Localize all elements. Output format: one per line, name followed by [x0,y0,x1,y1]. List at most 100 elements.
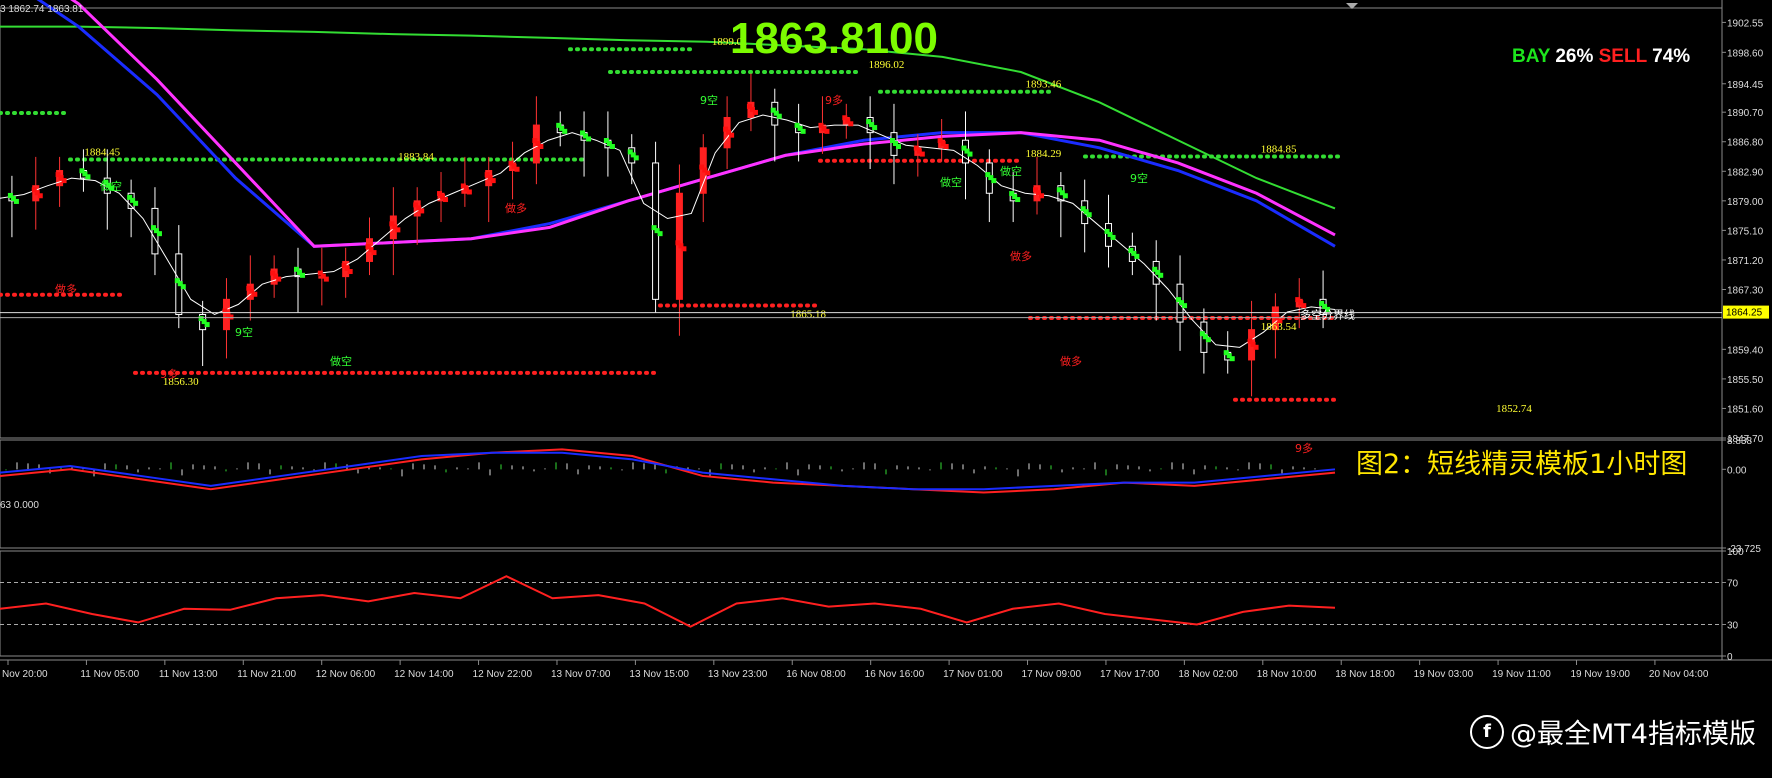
sub1-tick-label: 8.838 [1727,436,1752,447]
trend-block [943,144,949,150]
price-tick-label: 1851.60 [1727,404,1764,415]
x-tick-label: 16 Nov 16:00 [865,669,925,680]
trend-block [371,250,377,256]
trend-block [1062,193,1068,199]
price-tick-label: 1898.60 [1727,48,1764,59]
sell-pct: 74% [1652,46,1691,67]
price-label: 1884.29 [1026,148,1062,160]
bay-pct: 26% [1555,46,1594,67]
trend-block [323,276,329,282]
signal-label: 9多 [825,93,843,107]
trend-block [1205,337,1211,343]
ma-line-1 [36,0,1336,248]
x-tick-label: 11 Nov 05:00 [80,669,139,680]
x-tick-label: 17 Nov 09:00 [1022,669,1082,680]
chart-svg[interactable]: Nov 20:00 11 Nov 05:00 11 Nov 13:00 11 Nov … [0,0,1772,778]
current-price-tag-text: 1864.25 [1726,308,1763,319]
sub2-line-0 [0,575,1336,628]
x-tick-label: 12 Nov 06:00 [316,669,376,680]
sub2-tick-label: 70 [1727,579,1739,590]
x-tick-label: Nov 20:00 [2,669,48,680]
figure-caption: 图2：短线精灵模板1小时图 [1356,449,1688,480]
signal-label: 9空 [235,325,253,339]
sub2-tick-label: 30 [1727,621,1739,632]
macd-info-text: 63 0.000 [0,500,39,511]
trend-block [800,128,806,134]
trend-block [895,144,901,150]
price-tick-label: 1902.55 [1727,18,1764,29]
signal-label: 做空 [100,179,122,193]
price-label: 1852.74 [1496,403,1532,415]
price-tick-label: 1890.70 [1727,108,1764,119]
x-tick-label: 20 Nov 04:00 [1649,669,1709,680]
signal-label: 做空 [940,175,962,189]
sub1-tick-label: 0.00 [1727,465,1747,476]
x-tick-label: 12 Nov 22:00 [473,669,533,680]
trend-block [252,291,258,297]
big-price-label: 1863.8100 [730,14,938,63]
trend-block [1253,344,1259,350]
divider-label: 多空分界线 [1300,308,1355,322]
price-label: 1863.54 [1261,321,1297,333]
sub2-tick-label: 0 [1727,652,1733,663]
bay-label: BAY [1512,46,1551,67]
trend-block [1110,234,1116,240]
x-tick-label: 18 Nov 02:00 [1178,669,1238,680]
price-tick-label: 1867.30 [1727,285,1764,296]
price-tick-label: 1886.80 [1727,138,1764,149]
signal-label: 做空 [1000,164,1022,178]
trend-block [419,208,425,214]
sub2-tick-label: 100 [1727,547,1744,558]
signal-label: 做多 [1060,354,1082,368]
trend-block [705,170,711,176]
signal-label: 做空 [330,354,352,368]
trend-block [347,269,353,275]
trend-block [1301,303,1307,309]
trend-block [228,314,234,320]
price-label: 1865.18 [790,309,826,321]
x-tick-label: 19 Nov 11:00 [1492,669,1551,680]
price-tick-label: 1855.50 [1727,375,1764,386]
trend-block [609,144,615,150]
signal-label: 做多 [505,201,527,215]
trend-block [776,113,782,119]
price-label: 1883.84 [398,151,434,163]
signal-label: 9多 [160,367,178,381]
trend-block [514,166,520,172]
x-tick-label: 19 Nov 03:00 [1414,669,1474,680]
trend-block [443,197,449,203]
signal-label: 9多 [1295,441,1313,455]
trend-block [1229,356,1235,362]
trend-block [1134,253,1140,259]
trend-block [13,198,19,204]
trend-block [156,231,162,237]
trend-block [180,284,186,290]
signal-label: 做多 [55,282,77,296]
x-tick-label: 17 Nov 01:00 [943,669,1003,680]
trend-block [824,128,830,134]
panel-frame-0 [0,7,1723,439]
trend-block [729,132,735,138]
signal-label: 做多 [1010,249,1032,263]
trend-block [1039,193,1045,199]
x-tick-label: 13 Nov 15:00 [629,669,689,680]
trend-block [466,189,472,195]
trend-block [681,246,687,252]
price-label: 1884.85 [1261,144,1297,156]
price-tick-label: 1871.20 [1727,256,1764,267]
price-tick-label: 1882.90 [1727,167,1764,178]
trend-block [586,136,592,142]
trend-block [752,109,758,115]
x-tick-label: 11 Nov 21:00 [237,669,296,680]
price-label: 1884.45 [84,147,120,159]
trend-block [562,128,568,134]
trend-block [490,178,496,184]
trend-block [538,144,544,150]
x-tick-label: 11 Nov 13:00 [159,669,218,680]
trend-block [1015,197,1021,203]
price-tick-label: 1859.40 [1727,345,1764,356]
ma-line-2 [70,0,1336,248]
trend-block [276,276,282,282]
price-tick-label: 1894.45 [1727,80,1764,91]
trend-block [395,227,401,233]
